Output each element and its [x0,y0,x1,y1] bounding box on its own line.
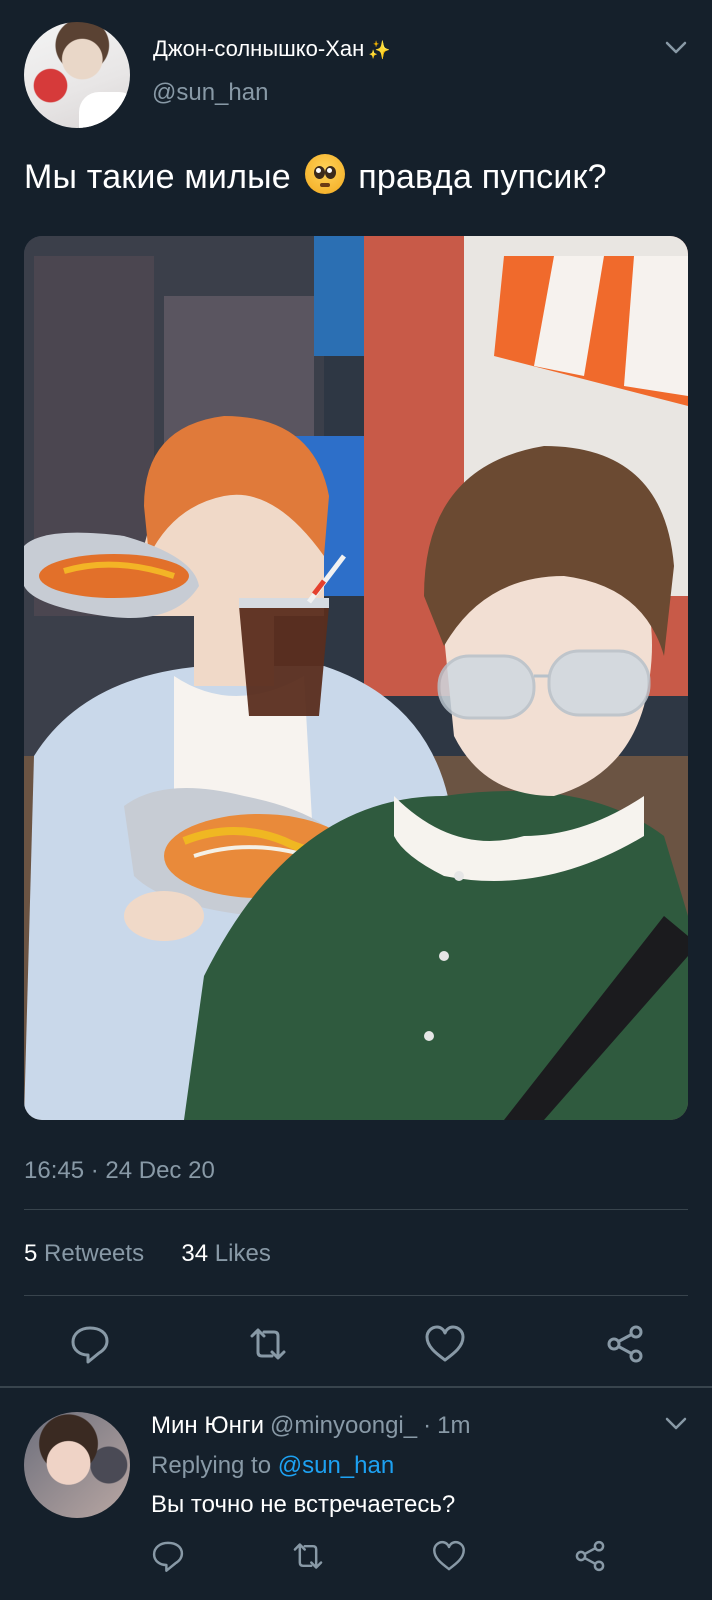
chevron-down-icon[interactable] [663,38,689,58]
replying-mention-link[interactable]: @sun_han [278,1452,394,1479]
author-handle[interactable]: @sun_han [152,79,268,107]
sparkles-icon: ✨ [368,40,391,60]
likes-count: 34 [181,1240,209,1267]
tweet-photo[interactable] [24,236,688,1120]
heart-icon [425,1325,465,1362]
reply-reply-button[interactable] [150,1538,186,1574]
reply-icon [152,1541,184,1572]
share-icon [575,1540,605,1572]
section-divider [0,1386,712,1388]
tweet-text-start: Мы такие милые [24,158,291,196]
tweet-text-end: правда пупсик? [358,158,607,196]
retweets-label: Retweets [44,1240,145,1267]
tweet-timestamp[interactable]: 16:45 · 24 Dec 20 [24,1157,215,1185]
reply-text: Вы точно не встречаетесь? [151,1491,456,1518]
reply-retweet-button[interactable] [290,1538,326,1574]
reply-author[interactable]: Мин Юнги @minyoongi_ · 1m [151,1412,470,1440]
pleading-face-icon [304,154,345,194]
heart-icon [433,1540,465,1571]
replying-to: Replying to @sun_han [151,1452,394,1480]
likes-stat[interactable]: 34 Likes [181,1240,270,1267]
reply-chevron-down-icon[interactable] [663,1414,689,1434]
reply-time: 1m [437,1412,471,1439]
reply-icon [71,1326,109,1364]
divider [24,1295,688,1296]
author-display-name[interactable]: Джон-солнышко-Хан ✨ [153,36,391,62]
reply-share-button[interactable] [572,1538,608,1574]
reply-separator: · [423,1412,432,1439]
tweet-stats: 5 Retweets 34 Likes [24,1240,271,1268]
reply-author-avatar[interactable] [24,1412,130,1518]
reply-author-handle: @minyoongi_ [269,1412,418,1439]
divider [24,1209,688,1210]
reply-like-button[interactable] [431,1538,467,1574]
reply-author-name: Мин Юнги [151,1412,264,1439]
retweet-button[interactable] [246,1322,290,1366]
retweets-count: 5 [24,1240,38,1267]
author-avatar[interactable] [24,22,130,128]
like-button[interactable] [423,1322,467,1366]
share-button[interactable] [603,1322,647,1366]
replying-prefix: Replying to [151,1452,272,1479]
share-icon [607,1325,643,1363]
tweet-text: Мы такие милые правда пупсик? [24,154,607,197]
reply-button[interactable] [68,1322,112,1366]
photo-illustration [24,236,688,1120]
retweets-stat[interactable]: 5 Retweets [24,1240,144,1267]
retweet-icon [293,1543,323,1569]
retweet-icon [250,1328,286,1360]
likes-label: Likes [214,1240,271,1267]
author-name-text: Джон-солнышко-Хан [153,36,365,61]
